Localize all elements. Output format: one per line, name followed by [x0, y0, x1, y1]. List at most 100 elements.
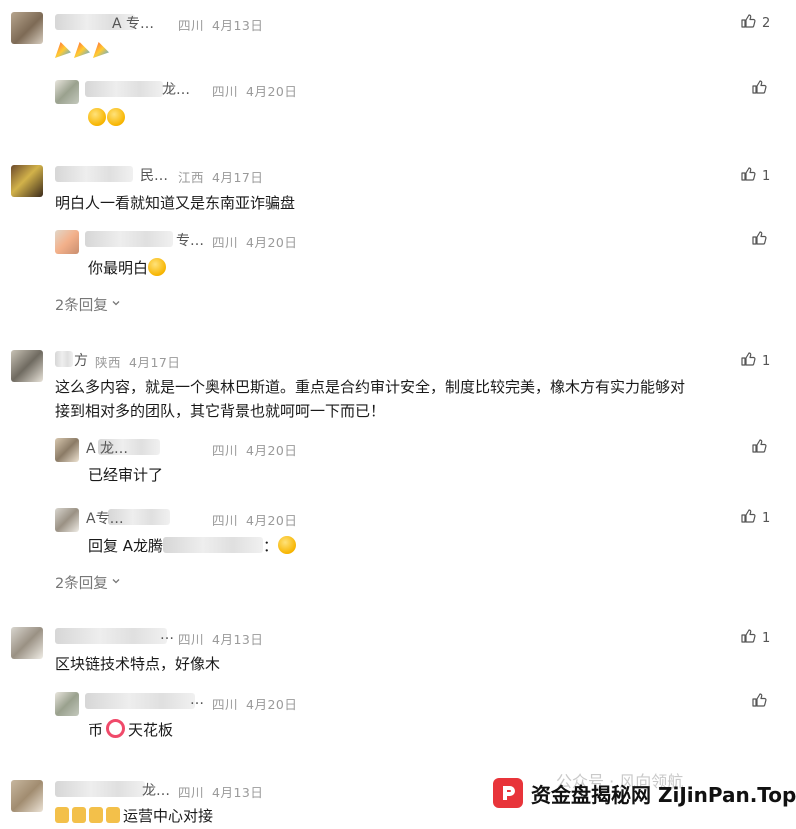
- party-emoji-icon: [74, 42, 90, 58]
- comment-text: 区块链技术特点，好像木: [55, 655, 221, 673]
- comment-region: 陕西: [95, 355, 122, 370]
- like-count: 1: [762, 510, 771, 526]
- grin-emoji-icon: [88, 108, 106, 126]
- reply-region: 四川: [212, 84, 239, 99]
- like-button[interactable]: 1: [740, 166, 770, 186]
- avatar[interactable]: [55, 230, 79, 254]
- comment-region: 江西: [178, 170, 205, 185]
- like-button[interactable]: 2: [740, 13, 770, 33]
- reply-author[interactable]: …: [190, 692, 204, 708]
- reply-text-b: 天花板: [128, 721, 174, 739]
- like-button[interactable]: [751, 230, 767, 250]
- comment-meta: 四川 4月13日: [178, 15, 271, 34]
- like-button[interactable]: 1: [740, 351, 770, 371]
- avatar[interactable]: [55, 692, 79, 716]
- reply-region: 四川: [212, 443, 239, 458]
- reply-text-content: 你最明白: [88, 259, 149, 277]
- comment-text: 明白人一看就知道又是东南亚诈骗盘: [55, 194, 296, 212]
- comment-text-line: 接到相对多的团队，其它背景也就呵呵一下而已！: [55, 402, 386, 420]
- reply-text: 币 天花板: [88, 717, 173, 743]
- grin-emoji-icon: [107, 108, 125, 126]
- reply-date: 4月20日: [246, 443, 298, 458]
- reply-text-a: 币: [88, 721, 104, 739]
- reply-text-suffix: ：: [263, 537, 279, 555]
- comment-region: 四川: [178, 632, 205, 647]
- thumbs-up-icon: [751, 692, 767, 712]
- blurred-username: [85, 693, 195, 709]
- expand-replies-button[interactable]: 2条回复: [55, 294, 122, 315]
- thumbs-up-icon: [740, 13, 756, 33]
- thumbs-up-icon: [740, 508, 756, 528]
- reply-text-content: 回复 A龙腾: [88, 537, 164, 555]
- reply-date: 4月20日: [246, 513, 298, 528]
- like-button[interactable]: [751, 79, 767, 99]
- like-button[interactable]: 1: [740, 628, 770, 648]
- clap-emoji-icon: [106, 807, 120, 823]
- chevron-down-icon: [110, 297, 122, 313]
- comment-meta: 四川 4月13日: [178, 629, 271, 648]
- comment-meta: 四川 4月13日: [178, 782, 271, 801]
- comment-text-line: 这么多内容，就是一个奥林巴斯道。重点是合约审计安全，制度比较完美，橡木方有实力能…: [55, 378, 686, 396]
- comment-date: 4月13日: [212, 785, 264, 800]
- watermark: 资金盘揭秘网 ZiJinPan.Top: [493, 778, 796, 808]
- expand-replies-label: 2条回复: [55, 576, 108, 592]
- blurred-username: [85, 81, 163, 97]
- comment-text: [55, 38, 112, 64]
- smile-emoji-icon: [278, 536, 297, 554]
- comment-date: 4月13日: [212, 632, 264, 647]
- avatar[interactable]: [55, 508, 79, 532]
- blurred-username: [55, 166, 133, 182]
- reply-region: 四川: [212, 235, 239, 250]
- reply-meta: 四川 4月20日: [212, 81, 305, 100]
- comment-author[interactable]: …: [160, 627, 174, 643]
- like-count: 1: [762, 630, 771, 646]
- avatar[interactable]: [55, 438, 79, 462]
- thumbs-up-icon: [740, 351, 756, 371]
- expand-replies-label: 2条回复: [55, 298, 108, 314]
- comment-meta: 陕西 4月17日: [95, 352, 188, 371]
- like-button[interactable]: [751, 692, 767, 712]
- avatar[interactable]: [11, 627, 43, 659]
- comment-date: 4月17日: [129, 355, 181, 370]
- reply-date: 4月20日: [246, 235, 298, 250]
- blurred-username: [55, 781, 145, 797]
- reply-author[interactable]: A 龙…: [86, 438, 128, 458]
- clap-emoji-icon: [89, 807, 103, 823]
- avatar[interactable]: [11, 165, 43, 197]
- reply-date: 4月20日: [246, 697, 298, 712]
- ring-emoji-icon: [106, 719, 126, 738]
- like-button[interactable]: [751, 438, 767, 458]
- reply-text: 回复 A龙腾 ：: [88, 533, 297, 559]
- blurred-mention: [163, 537, 264, 553]
- watermark-brand: 资金盘揭秘网 ZiJinPan.Top: [531, 782, 796, 807]
- thumbs-up-icon: [751, 79, 767, 99]
- avatar[interactable]: [11, 780, 43, 812]
- party-emoji-icon: [93, 42, 109, 58]
- expand-replies-button[interactable]: 2条回复: [55, 572, 122, 593]
- reply-text: [88, 105, 126, 131]
- avatar[interactable]: [11, 350, 43, 382]
- avatar[interactable]: [11, 12, 43, 44]
- comment-meta: 江西 4月17日: [178, 167, 271, 186]
- like-count: 1: [762, 353, 771, 369]
- reply-meta: 四川 4月20日: [212, 694, 305, 713]
- blurred-username: [85, 231, 173, 247]
- comment-author[interactable]: A 专…: [112, 13, 154, 33]
- avatar[interactable]: [55, 80, 79, 104]
- reply-meta: 四川 4月20日: [212, 510, 305, 529]
- clap-emoji-icon: [55, 807, 69, 823]
- reply-text: 你最明白: [88, 255, 167, 281]
- comment-author[interactable]: 民…: [140, 165, 168, 185]
- blurred-username: [55, 351, 73, 367]
- party-emoji-icon: [55, 42, 71, 58]
- reply-meta: 四川 4月20日: [212, 232, 305, 251]
- comment-author[interactable]: 龙…: [142, 780, 170, 800]
- reply-author[interactable]: 龙…: [162, 79, 190, 99]
- thumbs-up-icon: [740, 628, 756, 648]
- reply-author[interactable]: A专…: [86, 508, 124, 528]
- comment-region: 四川: [178, 18, 205, 33]
- comment-author[interactable]: 方: [74, 350, 88, 370]
- reply-author[interactable]: 专…: [176, 230, 204, 250]
- like-button[interactable]: 1: [740, 508, 770, 528]
- like-count: 1: [762, 168, 771, 184]
